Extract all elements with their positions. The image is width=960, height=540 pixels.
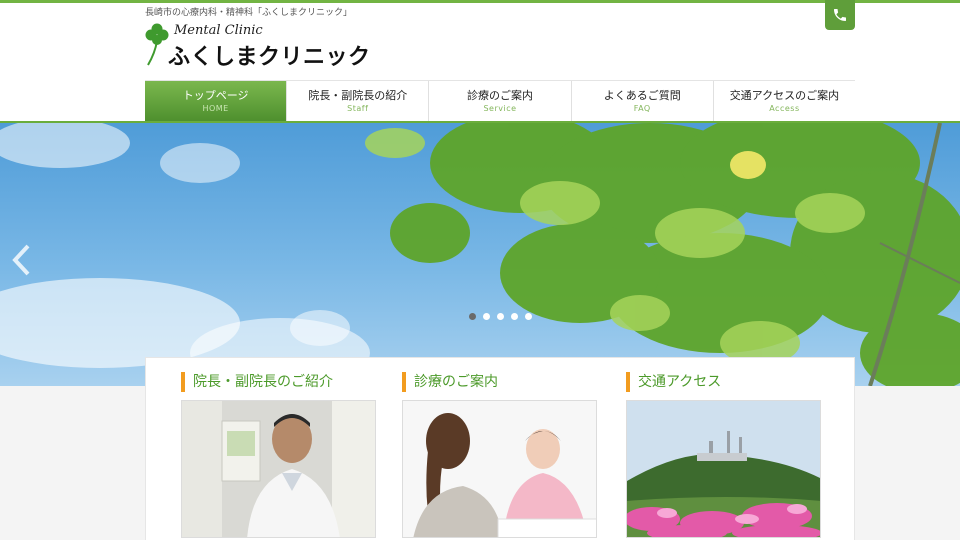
nav-item-sublabel: Staff: [347, 104, 369, 113]
nav-item-label: 診療のご案内: [467, 89, 533, 102]
slider-dot[interactable]: [525, 313, 532, 320]
clover-icon: [145, 23, 169, 66]
staff-photo[interactable]: [181, 400, 376, 538]
feature-panel: 院長・副院長のご紹介 診療のご案内 交通アクセス: [145, 357, 855, 540]
slider-dot[interactable]: [497, 313, 504, 320]
feature-card-access[interactable]: 交通アクセス: [626, 372, 821, 538]
nav-item-home[interactable]: トップページ HOME: [145, 81, 288, 122]
main-nav: トップページ HOME 院長・副院長の紹介 Staff 診療のご案内 Servi…: [145, 80, 856, 122]
phone-icon: [834, 9, 846, 21]
logo-title: ふくしまクリニック: [168, 45, 371, 70]
top-accent-bar: [0, 0, 960, 3]
nav-item-label: 院長・副院長の紹介: [308, 89, 408, 102]
card-title[interactable]: 診療のご案内: [402, 372, 597, 392]
nav-item-label: 交通アクセスのご案内: [729, 89, 840, 102]
site-tagline: 長崎市の心療内科・精神科「ふくしまクリニック」: [145, 8, 353, 18]
nav-item-staff[interactable]: 院長・副院長の紹介 Staff: [287, 81, 430, 122]
nav-item-sublabel: FAQ: [633, 104, 651, 113]
nav-item-label: トップページ: [182, 89, 249, 102]
nav-item-sublabel: HOME: [202, 104, 229, 113]
site-logo[interactable]: Mental Clinic ふくしまクリニック: [144, 21, 374, 70]
phone-button[interactable]: [825, 0, 855, 30]
nav-item-faq[interactable]: よくあるご質問 FAQ: [571, 81, 714, 122]
card-title[interactable]: 交通アクセス: [626, 372, 821, 392]
slider-dot[interactable]: [511, 313, 518, 320]
nav-item-sublabel: Service: [483, 104, 517, 113]
nav-item-access[interactable]: 交通アクセスのご案内 Access: [713, 81, 856, 122]
card-title[interactable]: 院長・副院長のご紹介: [181, 372, 376, 392]
slider-dot[interactable]: [483, 313, 490, 320]
nav-item-label: よくあるご質問: [603, 89, 681, 102]
chevron-left-icon[interactable]: [10, 243, 32, 277]
nav-item-sublabel: Access: [769, 104, 800, 113]
nav-item-service[interactable]: 診療のご案内 Service: [429, 81, 572, 122]
slider-dot[interactable]: [469, 313, 476, 320]
slider-pagination: [469, 313, 532, 320]
feature-card-staff[interactable]: 院長・副院長のご紹介: [181, 372, 376, 538]
hero-image: [0, 123, 960, 386]
feature-card-service[interactable]: 診療のご案内: [402, 372, 597, 538]
hero-slider[interactable]: [0, 123, 960, 386]
access-photo[interactable]: [626, 400, 821, 538]
logo-subtitle: Mental Clinic: [174, 23, 263, 38]
service-photo[interactable]: [402, 400, 597, 538]
